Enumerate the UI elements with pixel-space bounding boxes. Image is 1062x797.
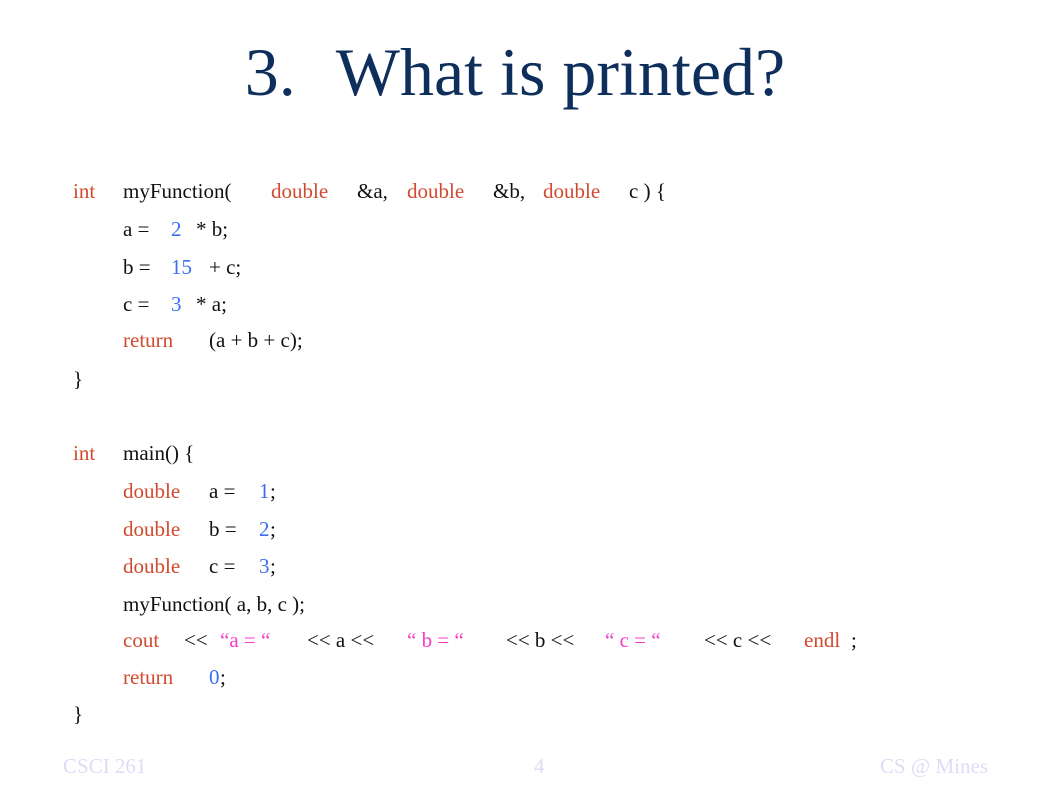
- function-name: myFunction(: [123, 179, 232, 203]
- title-number: 3.: [244, 34, 296, 110]
- assign-b-lhs: b =: [123, 255, 151, 279]
- footer-page-number: 4: [534, 754, 545, 778]
- assign-a-rhs: * b;: [196, 217, 229, 241]
- kw-return: return: [123, 328, 174, 352]
- param-a: &a,: [357, 179, 388, 203]
- assign-b-rhs: + c;: [209, 255, 242, 279]
- semicolon: ;: [851, 628, 857, 652]
- semicolon: ;: [270, 479, 276, 503]
- decl-c-lhs: c =: [209, 554, 236, 578]
- string-literal: “a = “: [220, 628, 271, 652]
- kw-double: double: [123, 479, 181, 503]
- number-literal: 15: [171, 255, 192, 279]
- kw-double: double: [123, 517, 181, 541]
- kw-int: int: [73, 179, 96, 203]
- param-c: c ) {: [629, 179, 666, 203]
- decl-b-lhs: b =: [209, 517, 237, 541]
- kw-cout: cout: [123, 628, 160, 652]
- return-expr: (a + b + c);: [209, 328, 303, 352]
- footer-course: CSCI 261: [63, 754, 147, 778]
- title-text: What is printed?: [335, 34, 786, 110]
- param-b: &b,: [493, 179, 526, 203]
- close-brace: }: [73, 702, 84, 726]
- stream-op: <<: [184, 628, 208, 652]
- main-name: main() {: [123, 441, 195, 465]
- stream-part: << a <<: [307, 628, 375, 652]
- close-brace: }: [73, 367, 84, 391]
- kw-double: double: [271, 179, 329, 203]
- stream-part: << b <<: [506, 628, 575, 652]
- assign-a-lhs: a =: [123, 217, 150, 241]
- footer-org: CS @ Mines: [880, 754, 989, 778]
- number-literal: 0: [209, 665, 220, 689]
- assign-c-rhs: * a;: [196, 292, 227, 316]
- number-literal: 2: [171, 217, 182, 241]
- number-literal: 3: [171, 292, 182, 316]
- semicolon: ;: [220, 665, 226, 689]
- kw-return: return: [123, 665, 174, 689]
- semicolon: ;: [270, 517, 276, 541]
- assign-c-lhs: c =: [123, 292, 150, 316]
- string-literal: “ b = “: [407, 628, 464, 652]
- string-literal: “ c = “: [605, 628, 661, 652]
- number-literal: 3: [259, 554, 270, 578]
- function-call: myFunction( a, b, c );: [123, 592, 305, 616]
- kw-double: double: [407, 179, 465, 203]
- kw-endl: endl: [804, 628, 841, 652]
- kw-double: double: [543, 179, 601, 203]
- number-literal: 2: [259, 517, 270, 541]
- slide: 3. What is printed? int myFunction( doubl…: [0, 0, 1062, 797]
- stream-part: << c <<: [704, 628, 772, 652]
- number-literal: 1: [259, 479, 270, 503]
- slide-title: 3. What is printed?: [0, 30, 1030, 114]
- semicolon: ;: [270, 554, 276, 578]
- kw-int: int: [73, 441, 96, 465]
- kw-double: double: [123, 554, 181, 578]
- decl-a-lhs: a =: [209, 479, 236, 503]
